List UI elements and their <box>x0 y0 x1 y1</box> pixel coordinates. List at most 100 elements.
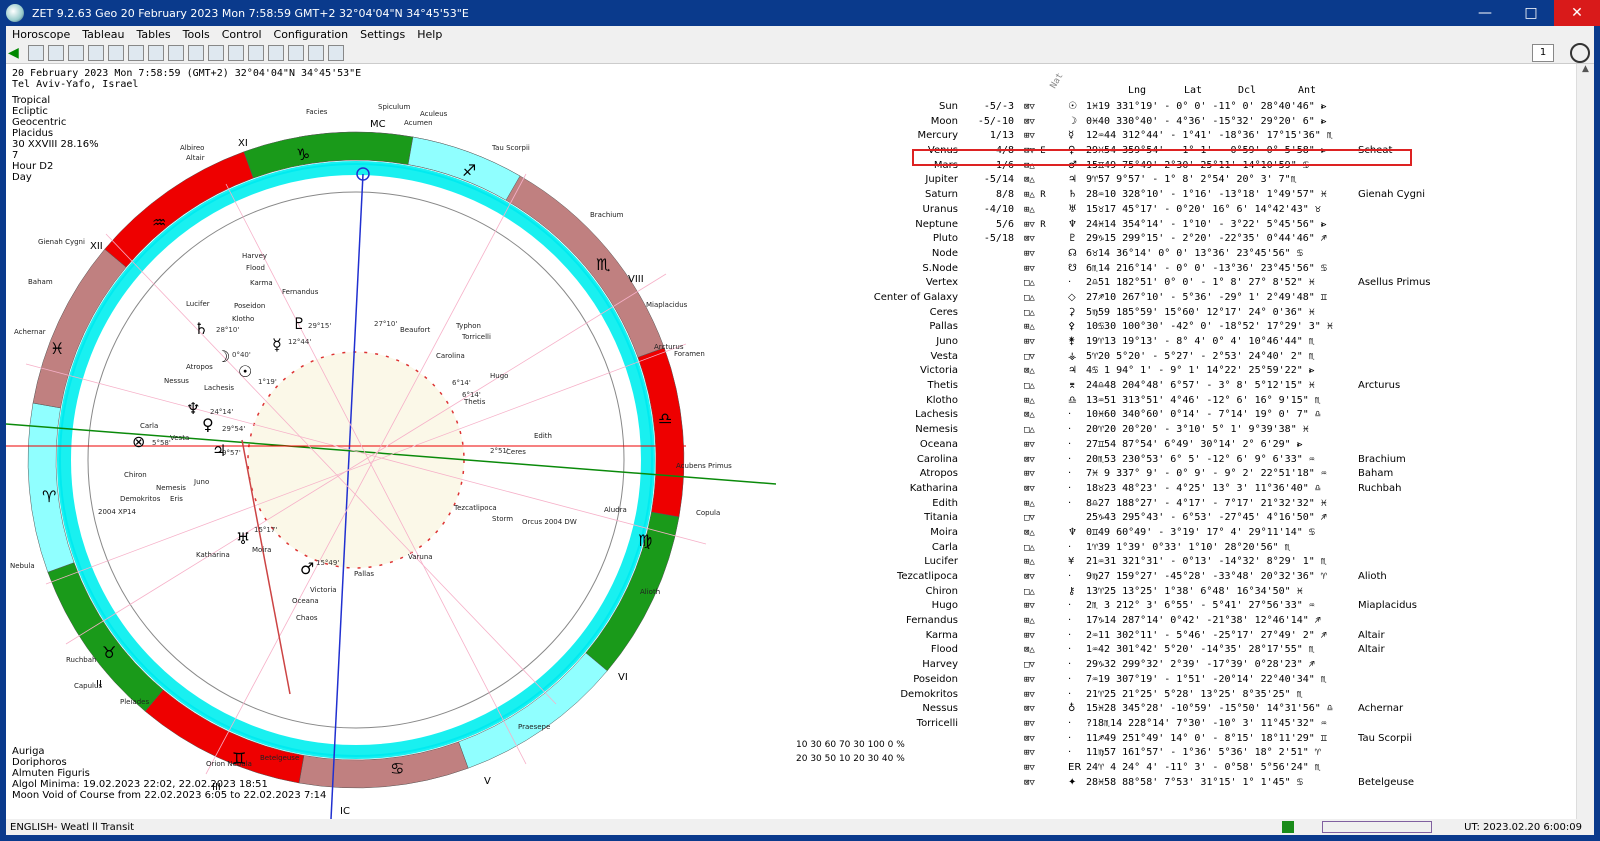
header-dcl: Dcl <box>1238 85 1257 96</box>
table-row[interactable]: Pallas ⊞△ ⚴ 10♋30 100°30' -42° 0' -18°52' 1… <box>846 320 1566 335</box>
cell-star: Brachium <box>1358 453 1406 465</box>
toolbar-button-1[interactable] <box>28 44 44 61</box>
toolbar-button-15[interactable] <box>308 44 324 61</box>
table-row[interactable]: S.Node ⊞▽ ☋ 6♏14 216°14' - 0° 0' -13°36' 2… <box>846 262 1566 277</box>
cell-glyph: ☋ <box>1068 262 1077 274</box>
toolbar-button-10[interactable] <box>208 44 224 61</box>
cell-data: 21♈25 21°25' 5°28' 13°25' 8°35'25" ♏ <box>1086 688 1303 700</box>
table-row[interactable]: Saturn 8/8 ⊞△ R ♄ 28♒10 328°10' - 1°16' -13°… <box>846 188 1566 203</box>
vertical-scrollbar[interactable]: ▲ <box>1576 64 1594 819</box>
back-arrow-icon[interactable]: ◀ <box>8 45 24 61</box>
table-row[interactable]: Ceres □△ ⚳ 5♍59 185°59' 15°60' 12°17' 24° … <box>846 306 1566 321</box>
cell-name: Center of Galaxy <box>873 291 958 303</box>
toolbar-button-11[interactable] <box>228 44 244 61</box>
menu-item-help[interactable]: Help <box>411 28 448 41</box>
globe-icon[interactable] <box>1570 43 1590 63</box>
degree-mark: 27°10' <box>374 320 397 328</box>
body-label: Harvey <box>242 252 267 260</box>
table-row[interactable]: Klotho ⊞△ ♎ 13♒51 313°51' 4°46' -12° 6' 16°… <box>846 394 1566 409</box>
toolbar-button-8[interactable] <box>168 44 184 61</box>
toolbar-button-6[interactable] <box>128 44 144 61</box>
cell-name: Moon <box>930 115 958 127</box>
table-row[interactable]: Vesta □▽ ⚶ 5♈20 5°20' - 5°27' - 2°53' 24°4… <box>846 350 1566 365</box>
table-row[interactable]: Fernandus ⊞△ · 17♑14 287°14' 0°42' -21°38' … <box>846 614 1566 629</box>
toolbar-button-3[interactable] <box>68 44 84 61</box>
table-row[interactable]: Tezcatlipoca ⊠▽ · 9♍27 159°27' -45°28' -33… <box>846 570 1566 585</box>
table-row[interactable]: Vertex □△ · 2♎51 182°51' 0° 0' - 1° 8' 27°… <box>846 276 1566 291</box>
toolbar-button-4[interactable] <box>88 44 104 61</box>
table-row[interactable]: Karma ⊞▽ · 2♒11 302°11' - 5°46' -25°17' 27… <box>846 629 1566 644</box>
menu-item-configuration[interactable]: Configuration <box>268 28 355 41</box>
table-row[interactable]: Sun -5/-3 ⊠▽ ☉ 1♓19 331°19' - 0° 0' -11° 0'… <box>846 100 1566 115</box>
table-row[interactable]: Katharina ⊠▽ · 18♉23 48°23' - 4°25' 13° 3' … <box>846 482 1566 497</box>
table-row[interactable]: Jupiter -5/14 ⊠△ ♃ 9♈57 9°57' - 1° 8' 2°54'… <box>846 173 1566 188</box>
table-row[interactable]: Oceana ⊞▽ · 27♊54 87°54' 6°49' 30°14' 2° 6'… <box>846 438 1566 453</box>
menu-item-settings[interactable]: Settings <box>354 28 411 41</box>
cell-data: 18♉23 48°23' - 4°25' 13° 3' 11°36'40" ♎ <box>1086 482 1321 494</box>
toolbar-button-16[interactable] <box>328 44 344 61</box>
table-row[interactable]: Atropos ⊞▽ · 7♓ 9 337° 9' - 0° 9' - 9° 2' … <box>846 467 1566 482</box>
body-label: Capulus <box>74 682 102 690</box>
menu-item-control[interactable]: Control <box>216 28 268 41</box>
body-label: Chiron <box>124 471 147 479</box>
toolbar-button-14[interactable] <box>288 44 304 61</box>
toolbar-button-13[interactable] <box>268 44 284 61</box>
horoscope-wheel[interactable]: XIXIIVIIIVIVIIIIIMCIC27°10'29°15'12°44'2… <box>6 84 776 819</box>
menu-item-tables[interactable]: Tables <box>130 28 176 41</box>
table-row[interactable]: ⊞▽ · 11♍57 161°57' - 1°36' 5°36' 18° 2'51"… <box>846 746 1566 761</box>
table-row[interactable]: Moon -5/-10 ⊠▽ ☽ 0♓40 330°40' - 4°36' -15°3… <box>846 115 1566 130</box>
table-row[interactable]: Harvey □▽ · 29♑32 299°32' 2°39' -17°39' 0°2… <box>846 658 1566 673</box>
body-label: Nemesis <box>156 484 186 492</box>
table-row[interactable]: Chiron □△ ⚷ 13♈25 13°25' 1°38' 6°48' 16°34'… <box>846 585 1566 600</box>
cell-star: Ruchbah <box>1358 482 1402 494</box>
cell-glyph: ☉ <box>1068 101 1077 112</box>
table-row[interactable]: Poseidon ⊞▽ · 7♒19 307°19' - 1°51' -20°14'… <box>846 673 1566 688</box>
body-label: Pleiades <box>120 698 149 706</box>
toolbar-button-5[interactable] <box>108 44 124 61</box>
table-row[interactable]: Center of Galaxy □△ ◇ 27♐10 267°10' - 5°36'… <box>846 291 1566 306</box>
toolbar-button-9[interactable] <box>188 44 204 61</box>
table-row[interactable]: Titania □▽ 25♑43 295°43' - 6°53' -27°45' 4… <box>846 511 1566 526</box>
close-button[interactable]: ✕ <box>1554 0 1600 26</box>
toolbar-button-2[interactable] <box>48 44 64 61</box>
table-row[interactable]: Torricelli ⊞▽ · ?18♏14 228°14' 7°30' -10° 3… <box>846 717 1566 732</box>
toolbar-button-7[interactable] <box>148 44 164 61</box>
table-row[interactable]: Flood ⊠△ · 1♒42 301°42' 5°20' -14°35' 28°1… <box>846 643 1566 658</box>
spin-input[interactable]: 1 <box>1532 44 1554 62</box>
minimize-button[interactable]: — <box>1462 0 1508 26</box>
table-row[interactable]: Nessus ⊠▽ ♁ 15♓28 345°28' -10°59' -15°50' 1… <box>846 702 1566 717</box>
table-row[interactable]: Lachesis ⊠△ · 10♓60 340°60' 0°14' - 7°14' 1… <box>846 408 1566 423</box>
menu-item-horoscope[interactable]: Horoscope <box>6 28 76 41</box>
table-row[interactable]: Moira ⊠△ ♆ 0♊49 60°49' - 3°19' 17° 4' 29°1… <box>846 526 1566 541</box>
maximize-button[interactable]: □ <box>1508 0 1554 26</box>
cell-dig: 1/13 <box>989 130 1014 142</box>
table-row[interactable]: Demokritos ⊞▽ · 21♈25 21°25' 5°28' 13°25' 8… <box>846 688 1566 703</box>
table-row[interactable]: Juno ⊞▽ ⚵ 19♈13 19°13' - 8° 4' 0° 4' 10°46'… <box>846 335 1566 350</box>
table-row[interactable]: Uranus -4/10 ⊞△ ♅ 15♉17 45°17' - 0°20' 16° 6… <box>846 203 1566 218</box>
table-row[interactable]: Edith ⊞△ · 8♎27 188°27' - 4°17' - 7°17' 21… <box>846 497 1566 512</box>
table-row[interactable]: Thetis □△ ⌆ 24♎48 204°48' 6°57' - 3° 8' 5°1… <box>846 379 1566 394</box>
table-row[interactable]: ⊠▽ · 11♐49 251°49' 14° 0' - 8°15' 18°11'29… <box>846 732 1566 747</box>
table-row[interactable]: Carla □△ · 1♈39 1°39' 0°33' 1°10' 28°20'56… <box>846 541 1566 556</box>
table-row[interactable]: Victoria ⊠△ ♃ 4♋ 1 94° 1' - 9° 1' 14°22' 2… <box>846 364 1566 379</box>
menu-item-tableau[interactable]: Tableau <box>76 28 130 41</box>
table-row[interactable]: Mercury 1/13 ⊞▽ ☿ 12♒44 312°44' - 1°41' -18°… <box>846 129 1566 144</box>
table-row[interactable]: Pluto -5/18 ⊠▽ ♇ 29♑15 299°15' - 2°20' -22°3… <box>846 232 1566 247</box>
table-row[interactable]: Hugo ⊞▽ · 2♏ 3 212° 3' 6°55' - 5°41' 27°56… <box>846 599 1566 614</box>
table-row[interactable]: ⊞▽ ER 24♈ 4 24° 4' -11° 3' - 0°58' 5°56'24… <box>846 761 1566 776</box>
table-row[interactable]: Carolina ⊠▽ · 20♏53 230°53' 6° 5' -12° 6' 9… <box>846 453 1566 468</box>
planet-glyph-icon: ♄ <box>194 319 208 338</box>
table-row[interactable]: Node ⊞▽ ☊ 6♉14 36°14' 0° 0' 13°36' 23°45'5… <box>846 247 1566 262</box>
toolbar-button-12[interactable] <box>248 44 264 61</box>
cell-glyph: ♎ <box>1068 394 1077 406</box>
degree-mark: 15°17' <box>254 526 277 534</box>
table-row[interactable]: ⊠▽ ✦ 28♓58 88°58' 7°53' 31°15' 1° 1'45" ♋ B… <box>846 776 1566 791</box>
scroll-up-icon[interactable]: ▲ <box>1577 64 1594 78</box>
body-label: Alioth <box>640 588 660 596</box>
cell-data: 10♋30 100°30' -42° 0' -18°52' 17°29' 3" … <box>1086 321 1333 333</box>
table-row[interactable]: Lucifer ⊞△ ¥21♒31 321°31' - 0°13' -14°32' … <box>846 555 1566 570</box>
menu-item-tools[interactable]: Tools <box>177 28 216 41</box>
cell-data: 19♈13 19°13' - 8° 4' 0° 4' 10°46'44" ♏ <box>1086 336 1315 347</box>
table-row[interactable]: Nemesis □△ · 20♈20 20°20' - 3°10' 5° 1' 9°3… <box>846 423 1566 438</box>
table-row[interactable]: Neptune 5/6 ⊞▽ R ♆ 24♓14 354°14' - 1°10' - 3… <box>846 218 1566 233</box>
